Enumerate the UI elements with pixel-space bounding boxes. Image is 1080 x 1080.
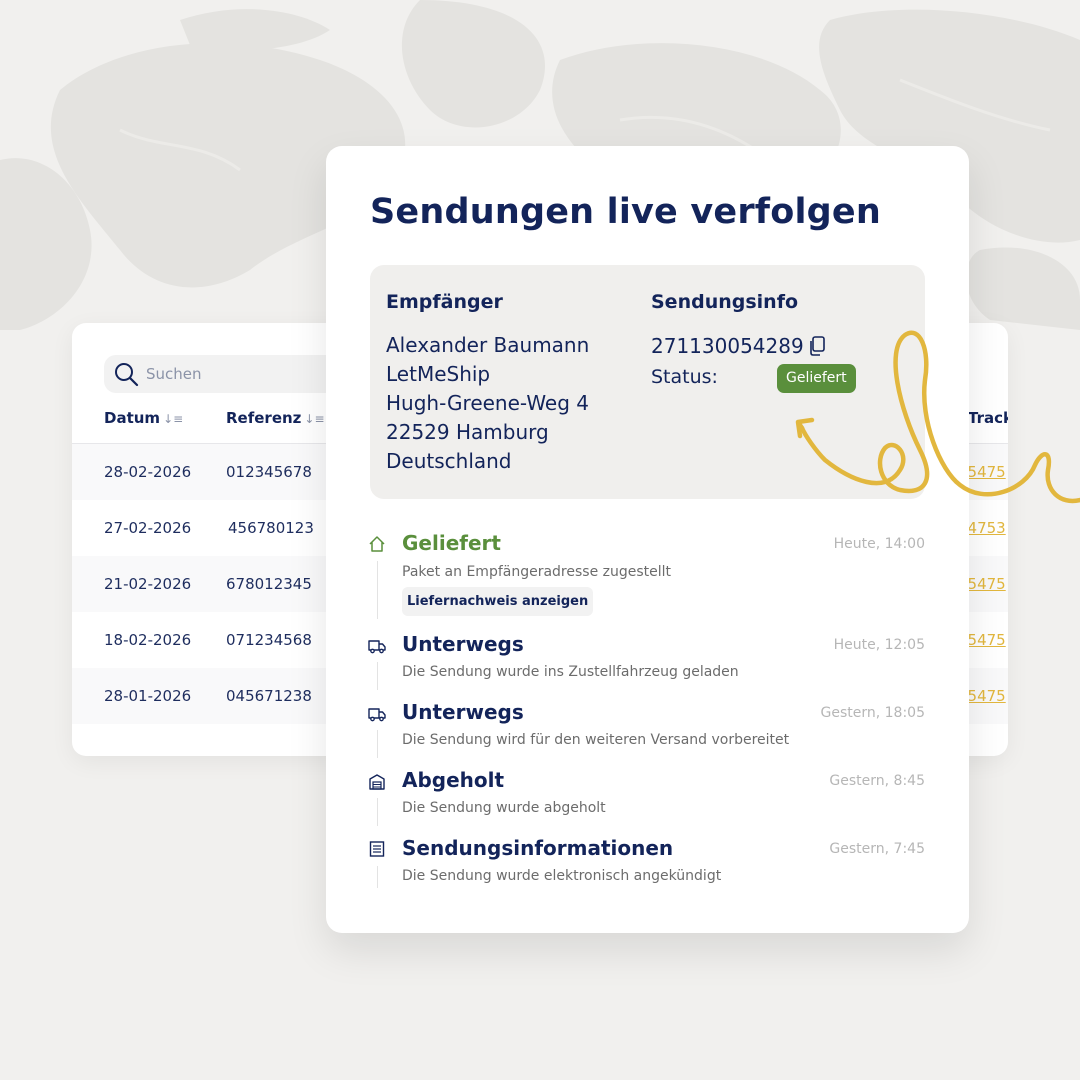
timeline-title: Geliefert (402, 531, 501, 555)
cell-reference: 456780123 (228, 519, 314, 537)
timeline-connector (377, 561, 378, 619)
address-line: Deutschland (386, 449, 512, 473)
squiggle-arrow-decoration (795, 330, 1080, 504)
column-header-date-label: Datum (104, 409, 161, 427)
cell-date: 28-02-2026 (104, 463, 192, 481)
cell-date: 18-02-2026 (104, 631, 192, 649)
truck-icon (368, 708, 386, 722)
column-header-reference-label: Referenz (226, 409, 302, 427)
timeline-title: Unterwegs (402, 632, 524, 656)
address-line: 22529 Hamburg (386, 420, 549, 444)
truck-icon (368, 640, 386, 654)
address-line: Alexander Baumann (386, 333, 590, 357)
document-icon (369, 841, 385, 857)
page-title: Sendungen live verfolgen (370, 192, 881, 232)
cell-date: 21-02-2026 (104, 575, 192, 593)
timeline-description: Die Sendung wird für den weiteren Versan… (402, 732, 790, 748)
timeline-title: Unterwegs (402, 700, 524, 724)
timeline-time: Gestern, 18:05 (820, 705, 926, 721)
sort-icon[interactable]: ↓≡ (163, 412, 183, 426)
sort-icon[interactable]: ↓≡ (304, 412, 324, 426)
timeline-time: Heute, 12:05 (833, 637, 925, 653)
search-placeholder: Suchen (146, 365, 202, 383)
cell-reference: 071234568 (226, 631, 312, 649)
recipient-address: Alexander Baumann LetMeShip Hugh-Greene-… (386, 331, 589, 476)
timeline-connector (377, 662, 378, 690)
timeline-connector (377, 866, 378, 888)
recipient-heading: Empfänger (386, 291, 503, 313)
cell-reference: 012345678 (226, 463, 312, 481)
timeline-description: Die Sendung wurde abgeholt (402, 800, 606, 816)
delivery-proof-button[interactable]: Liefernachweis anzeigen (402, 587, 594, 616)
cell-date: 28-01-2026 (104, 687, 192, 705)
column-header-reference[interactable]: Referenz ↓≡ (226, 409, 325, 427)
timeline-description: Die Sendung wurde elektronisch angekündi… (402, 868, 722, 884)
timeline-time: Gestern, 8:45 (829, 773, 925, 789)
cell-date: 27-02-2026 (104, 519, 192, 537)
search-icon (115, 363, 139, 387)
shipment-info-heading: Sendungsinfo (651, 291, 799, 313)
warehouse-icon (369, 774, 385, 790)
cell-reference: 678012345 (226, 575, 312, 593)
status-label: Status: (651, 366, 718, 388)
address-line: LetMeShip (386, 362, 491, 386)
house-icon (369, 536, 385, 552)
timeline-connector (377, 730, 378, 758)
timeline-title: Sendungsinformationen (402, 836, 674, 860)
timeline-time: Gestern, 7:45 (829, 841, 925, 857)
timeline-description: Die Sendung wurde ins Zustellfahrzeug ge… (402, 664, 739, 680)
timeline-title: Abgeholt (402, 768, 505, 792)
column-header-date[interactable]: Datum ↓≡ (104, 409, 183, 427)
timeline-connector (377, 798, 378, 826)
address-line: Hugh-Greene-Weg 4 (386, 391, 589, 415)
timeline-description: Paket an Empfängeradresse zugestellt (402, 564, 672, 580)
cell-reference: 045671238 (226, 687, 312, 705)
